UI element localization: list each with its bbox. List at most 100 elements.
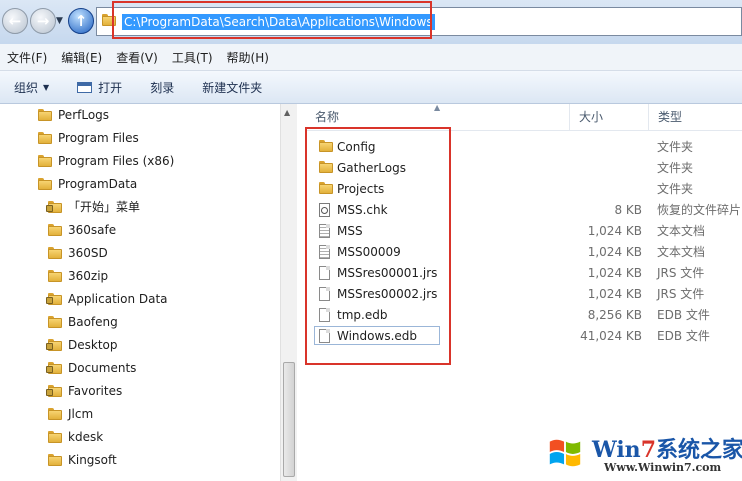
nav-tree-item[interactable]: 360safe [48, 220, 116, 240]
folder-icon [48, 316, 62, 328]
nav-tree-label: Baofeng [68, 315, 118, 329]
locked-folder-icon [46, 201, 62, 213]
open-button[interactable]: 打开 [77, 79, 122, 96]
arrow-right-icon: → [36, 12, 50, 30]
file-size: 8,256 KB [587, 308, 642, 322]
history-dropdown-button[interactable]: ▼ [56, 16, 63, 26]
nav-tree-item[interactable]: PerfLogs [38, 105, 109, 125]
nav-tree-label: kdesk [68, 430, 104, 444]
folder-icon [38, 132, 52, 144]
file-size: 1,024 KB [587, 224, 642, 238]
locked-folder-icon [46, 339, 62, 351]
nav-tree-item[interactable]: Kingsoft [48, 450, 117, 470]
navigation-pane: PerfLogs Program Files Program Files (x86)… [0, 104, 280, 481]
folder-icon [48, 247, 62, 259]
organize-label: 组织 [14, 80, 39, 95]
nav-tree-item[interactable]: 360zip [48, 266, 108, 286]
nav-tree-label: Favorites [68, 384, 123, 398]
column-header-size[interactable]: 大小 [569, 104, 648, 130]
back-button[interactable]: ← [2, 8, 28, 34]
nav-tree-label: Kingsoft [68, 453, 117, 467]
nav-tree-item[interactable]: 「开始」菜单 [46, 197, 141, 217]
forward-button[interactable]: → [30, 8, 56, 34]
nav-tree-label: Program Files [58, 131, 139, 145]
folder-icon [48, 270, 62, 282]
nav-tree-label: Program Files (x86) [58, 154, 175, 168]
burn-button[interactable]: 刻录 [150, 79, 174, 96]
nav-tree-item[interactable]: Program Files [38, 128, 139, 148]
menu-tools[interactable]: 工具(T) [165, 49, 220, 66]
folder-icon [38, 178, 52, 190]
file-type: JRS 文件 [657, 287, 705, 301]
navigation-scrollbar[interactable]: ▲ [280, 104, 297, 481]
file-type: EDB 文件 [657, 308, 710, 322]
caret-down-icon: ▼ [43, 82, 50, 92]
organize-button[interactable]: 组织 ▼ [14, 79, 49, 96]
menu-edit[interactable]: 编辑(E) [54, 49, 109, 66]
up-button[interactable]: ↑ [68, 8, 94, 34]
file-type: EDB 文件 [657, 329, 710, 343]
window-icon [77, 81, 93, 93]
nav-tree-label: 「开始」菜单 [68, 200, 141, 214]
file-type: 文件夹 [657, 161, 694, 175]
file-size: 41,024 KB [580, 329, 642, 343]
nav-tree-item[interactable]: Baofeng [48, 312, 118, 332]
nav-tree-item[interactable]: Favorites [46, 381, 123, 401]
menu-bar: 文件(F) 编辑(E) 查看(V) 工具(T) 帮助(H) [0, 44, 742, 71]
open-label: 打开 [98, 80, 123, 95]
nav-tree-label: Application Data [68, 292, 168, 306]
locked-folder-icon [46, 293, 62, 305]
address-toolbar: ← → ▼ ↑ C:\ProgramData\Search\Data\Appli… [0, 0, 742, 44]
folder-icon [48, 431, 62, 443]
scroll-up-icon[interactable]: ▲ [284, 108, 290, 117]
windows-logo-icon [549, 439, 581, 467]
menu-file[interactable]: 文件(F) [0, 49, 54, 66]
arrow-left-icon: ← [8, 12, 22, 30]
nav-tree-label: Jlcm [68, 407, 94, 421]
watermark-title: Win7系统之家 [592, 437, 742, 463]
nav-tree-label: Desktop [68, 338, 118, 352]
nav-tree-label: PerfLogs [58, 108, 110, 122]
file-size: 1,024 KB [587, 266, 642, 280]
folder-icon [48, 224, 62, 236]
nav-tree-label: 360safe [68, 223, 117, 237]
file-size: 1,024 KB [587, 245, 642, 259]
nav-tree-item[interactable]: kdesk [48, 427, 103, 447]
address-highlight-box [112, 1, 432, 39]
command-bar: 组织 ▼ 打开 刻录 新建文件夹 [0, 71, 742, 104]
nav-tree-item[interactable]: Desktop [46, 335, 118, 355]
arrow-up-icon: ↑ [74, 12, 88, 30]
scrollbar-thumb[interactable] [283, 362, 295, 477]
folder-icon [38, 109, 52, 121]
file-type: 文本文档 [657, 224, 706, 238]
folder-icon [48, 408, 62, 420]
nav-tree-item[interactable]: Documents [46, 358, 137, 378]
folder-icon [38, 155, 52, 167]
locked-folder-icon [46, 385, 62, 397]
nav-tree-item[interactable]: Jlcm [48, 404, 93, 424]
nav-tree-item[interactable]: Program Files (x86) [38, 151, 174, 171]
column-header-type[interactable]: 类型 [648, 104, 742, 130]
files-highlight-box [305, 127, 451, 365]
file-type: 文本文档 [657, 245, 706, 259]
new-folder-button[interactable]: 新建文件夹 [202, 79, 262, 96]
file-type: 文件夹 [657, 182, 694, 196]
nav-tree-item[interactable]: 360SD [48, 243, 108, 263]
file-size: 8 KB [614, 203, 642, 217]
nav-tree-label: ProgramData [58, 177, 138, 191]
locked-folder-icon [46, 362, 62, 374]
file-type: 文件夹 [657, 140, 694, 154]
file-type: 恢复的文件碎片 [657, 203, 742, 217]
nav-tree-label: 360zip [68, 269, 109, 283]
file-size: 1,024 KB [587, 287, 642, 301]
nav-tree-label: Documents [68, 361, 137, 375]
nav-tree-item[interactable]: ProgramData [38, 174, 137, 194]
watermark-logo: Win7系统之家 Www.Winwin7.com [542, 430, 742, 481]
folder-icon [48, 454, 62, 466]
watermark-url: Www.Winwin7.com [604, 461, 722, 474]
file-type: JRS 文件 [657, 266, 705, 280]
menu-help[interactable]: 帮助(H) [220, 49, 276, 66]
nav-tree-item[interactable]: Application Data [46, 289, 168, 309]
nav-tree-label: 360SD [68, 246, 108, 260]
menu-view[interactable]: 查看(V) [109, 49, 165, 66]
